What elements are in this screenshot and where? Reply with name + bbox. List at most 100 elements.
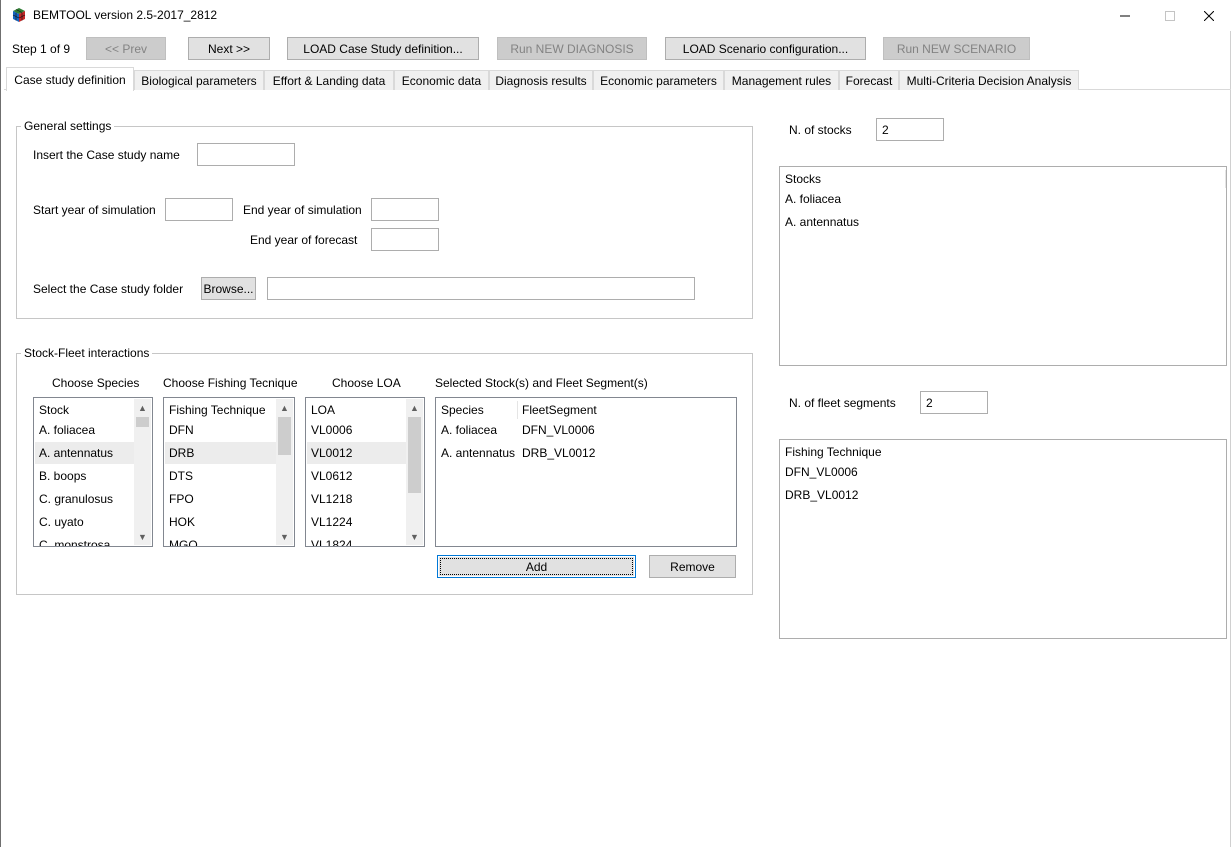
- general-settings-title: General settings: [21, 119, 115, 133]
- n-fleet-segments-label: N. of fleet segments: [789, 396, 896, 410]
- scroll-thumb[interactable]: [408, 417, 421, 493]
- tab-biological-parameters[interactable]: Biological parameters: [134, 70, 264, 90]
- tab-effort-landing-data[interactable]: Effort & Landing data: [264, 70, 394, 90]
- minimize-icon: [1120, 15, 1130, 16]
- end-forecast-input[interactable]: [371, 228, 439, 251]
- list-item[interactable]: B. boops: [35, 465, 134, 487]
- tab-economic-parameters[interactable]: Economic parameters: [593, 70, 724, 90]
- column-divider: [1225, 170, 1226, 188]
- stock-fleet-interactions-title: Stock-Fleet interactions: [21, 346, 153, 360]
- end-year-label: End year of simulation: [243, 203, 362, 217]
- list-item[interactable]: FPO: [165, 488, 276, 510]
- table-cell-species[interactable]: A. antennatus: [437, 442, 517, 464]
- list-item[interactable]: A. foliacea: [781, 188, 1221, 210]
- tab-multi-criteria-decision-analysis[interactable]: Multi-Criteria Decision Analysis: [899, 70, 1079, 90]
- loa-scrollbar[interactable]: ▲ ▼: [406, 399, 423, 545]
- prev-button[interactable]: << Prev: [86, 37, 166, 60]
- list-item[interactable]: C. granulosus: [35, 488, 134, 510]
- list-item[interactable]: A. foliacea: [35, 419, 134, 441]
- tab-forecast[interactable]: Forecast: [839, 70, 899, 90]
- scroll-down-icon[interactable]: ▼: [134, 528, 151, 545]
- end-year-input[interactable]: [371, 198, 439, 221]
- list-item[interactable]: VL0006: [307, 419, 406, 441]
- fleet-segments-listbox[interactable]: Fishing Technique DFN_VL0006 DRB_VL0012: [779, 439, 1227, 639]
- list-item[interactable]: VL1224: [307, 511, 406, 533]
- next-button[interactable]: Next >>: [188, 37, 270, 60]
- choose-loa-label: Choose LOA: [332, 376, 401, 390]
- close-icon: [1204, 10, 1214, 21]
- technique-listbox[interactable]: Fishing Technique DFN DRB DTS FPO HOK MG…: [163, 397, 295, 547]
- choose-technique-label: Choose Fishing Tecnique: [163, 376, 298, 390]
- start-year-input[interactable]: [165, 198, 233, 221]
- selected-stock-fleet-table[interactable]: Species FleetSegment A. foliacea DFN_VL0…: [435, 397, 737, 547]
- species-scrollbar[interactable]: ▲ ▼: [134, 399, 151, 545]
- loa-listbox[interactable]: LOA VL0006 VL0012 VL0612 VL1218 VL1224 V…: [305, 397, 425, 547]
- scroll-up-icon[interactable]: ▲: [276, 399, 293, 416]
- load-case-study-button[interactable]: LOAD Case Study definition...: [287, 37, 479, 60]
- scroll-thumb[interactable]: [136, 417, 149, 427]
- title-bar[interactable]: BEMTOOL version 2.5-2017_2812: [1, 0, 1231, 31]
- species-listbox[interactable]: Stock A. foliacea A. antennatus B. boops…: [33, 397, 153, 547]
- n-fleet-segments-input[interactable]: [920, 391, 988, 414]
- app-cube-icon: [12, 8, 26, 22]
- list-item[interactable]: HOK: [165, 511, 276, 533]
- browse-button[interactable]: Browse...: [201, 277, 256, 300]
- list-item[interactable]: C. uyato: [35, 511, 134, 533]
- load-scenario-button[interactable]: LOAD Scenario configuration...: [665, 37, 866, 60]
- close-button[interactable]: [1186, 0, 1231, 31]
- run-diagnosis-button[interactable]: Run NEW DIAGNOSIS: [497, 37, 647, 60]
- technique-scrollbar[interactable]: ▲ ▼: [276, 399, 293, 545]
- case-name-label: Insert the Case study name: [33, 148, 180, 162]
- list-item[interactable]: DRB_VL0012: [781, 484, 1221, 506]
- list-item[interactable]: DFN_VL0006: [781, 461, 1221, 483]
- fleet-list-header: Fishing Technique: [785, 445, 882, 459]
- selected-stock-fleet-label: Selected Stock(s) and Fleet Segment(s): [435, 376, 648, 390]
- list-item[interactable]: MGO: [165, 534, 276, 546]
- list-item[interactable]: DFN: [165, 419, 276, 441]
- list-item[interactable]: A. antennatus: [35, 442, 134, 464]
- list-item[interactable]: VL0612: [307, 465, 406, 487]
- tab-case-study-definition[interactable]: Case study definition: [6, 67, 134, 91]
- end-forecast-label: End year of forecast: [250, 233, 358, 247]
- run-scenario-button[interactable]: Run NEW SCENARIO: [883, 37, 1030, 60]
- tab-management-rules[interactable]: Management rules: [724, 70, 839, 90]
- step-indicator: Step 1 of 9: [12, 42, 71, 56]
- add-button[interactable]: Add: [437, 555, 636, 578]
- app-window: BEMTOOL version 2.5-2017_2812 Step 1 of …: [0, 0, 1231, 847]
- list-item[interactable]: VL1824: [307, 534, 406, 546]
- table-cell-fleet[interactable]: DFN_VL0006: [518, 419, 668, 441]
- scroll-down-icon[interactable]: ▼: [276, 528, 293, 545]
- choose-species-label: Choose Species: [52, 376, 140, 390]
- list-item[interactable]: VL1218: [307, 488, 406, 510]
- tab-diagnosis-results[interactable]: Diagnosis results: [489, 70, 593, 90]
- scroll-down-icon[interactable]: ▼: [406, 528, 423, 545]
- n-stocks-input[interactable]: [876, 118, 944, 141]
- remove-button[interactable]: Remove: [649, 555, 736, 578]
- stocks-list-header: Stocks: [785, 172, 822, 186]
- species-column-header: Species: [441, 403, 484, 417]
- n-stocks-label: N. of stocks: [789, 123, 852, 137]
- fleet-segment-column-header: FleetSegment: [522, 403, 597, 417]
- minimize-button[interactable]: [1102, 0, 1148, 31]
- case-name-input[interactable]: [197, 143, 295, 166]
- list-item[interactable]: C. monstrosa: [35, 534, 134, 546]
- table-cell-fleet[interactable]: DRB_VL0012: [518, 442, 668, 464]
- list-item[interactable]: A. antennatus: [781, 211, 1221, 233]
- scroll-up-icon[interactable]: ▲: [406, 399, 423, 416]
- start-year-label: Start year of simulation: [33, 203, 156, 217]
- tab-economic-data[interactable]: Economic data: [394, 70, 489, 90]
- case-folder-label: Select the Case study folder: [33, 282, 184, 296]
- window-title: BEMTOOL version 2.5-2017_2812: [33, 8, 218, 22]
- technique-list-header: Fishing Technique: [169, 403, 266, 417]
- scroll-thumb[interactable]: [278, 417, 291, 455]
- column-divider: [517, 401, 518, 419]
- list-item[interactable]: DTS: [165, 465, 276, 487]
- table-cell-species[interactable]: A. foliacea: [437, 419, 517, 441]
- scroll-up-icon[interactable]: ▲: [134, 399, 151, 416]
- list-item[interactable]: VL0012: [307, 442, 406, 464]
- list-item[interactable]: DRB: [165, 442, 276, 464]
- stocks-listbox[interactable]: Stocks A. foliacea A. antennatus: [779, 166, 1227, 366]
- species-list-header: Stock: [39, 403, 70, 417]
- loa-list-header: LOA: [311, 403, 336, 417]
- case-folder-input[interactable]: [267, 277, 695, 300]
